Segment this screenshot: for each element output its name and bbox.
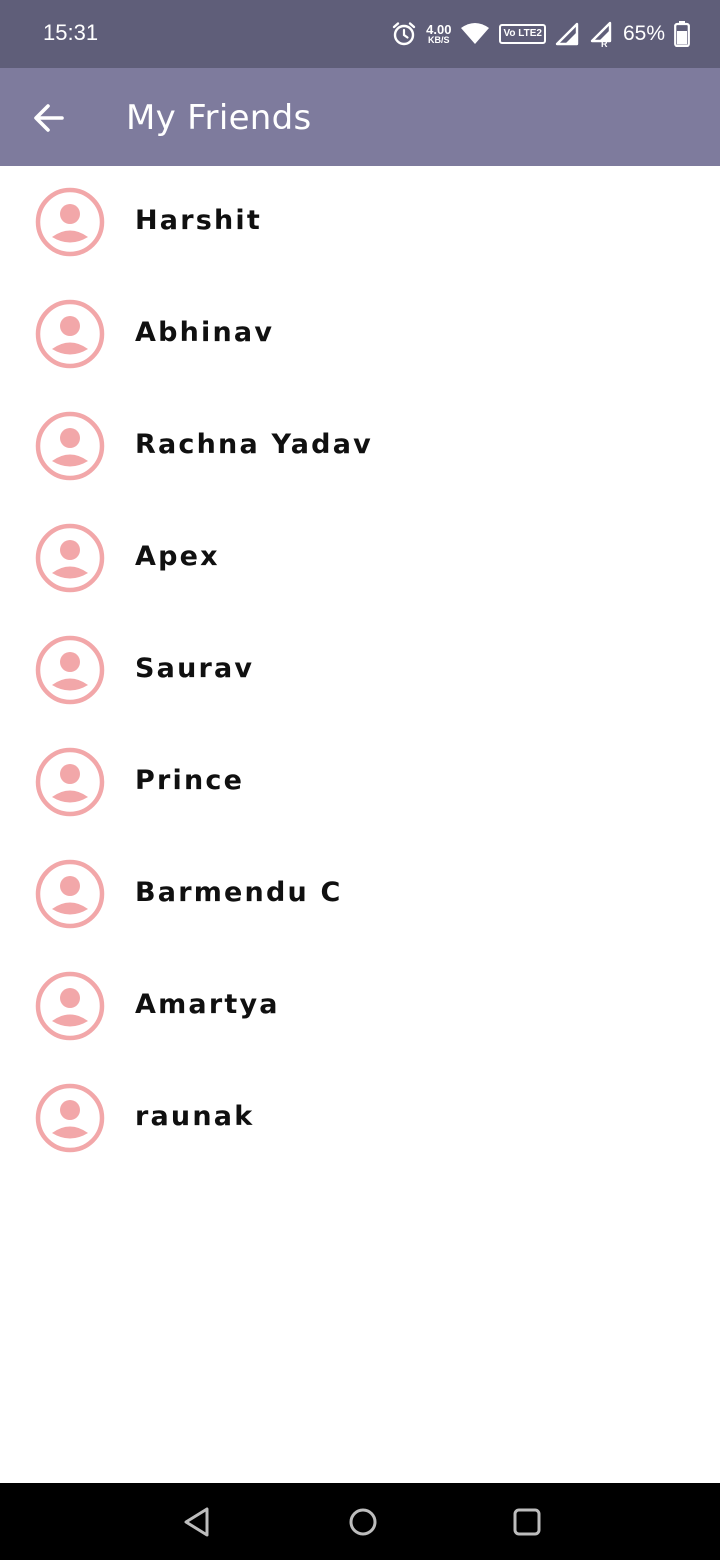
- avatar-icon: [34, 410, 106, 482]
- avatar-icon: [34, 634, 106, 706]
- friend-list-item[interactable]: raunak: [0, 1062, 720, 1174]
- volte-icon: Vo LTE2: [499, 24, 546, 44]
- avatar-icon: [34, 746, 106, 818]
- signal-icon: [555, 22, 579, 46]
- friend-name: Harshit: [135, 205, 262, 236]
- friend-name: Abhinav: [135, 317, 275, 348]
- nav-recent-button[interactable]: [507, 1502, 547, 1542]
- avatar-icon: [34, 522, 106, 594]
- battery-percent: 65%: [622, 22, 665, 45]
- friend-list-item[interactable]: Abhinav: [0, 278, 720, 390]
- nav-recent-icon: [513, 1508, 541, 1536]
- friend-list-item[interactable]: Saurav: [0, 614, 720, 726]
- page-title: My Friends: [126, 98, 312, 138]
- friend-list-item[interactable]: Prince: [0, 726, 720, 838]
- status-icons: 4.00 KB/S Vo LTE2 R 65%: [391, 16, 690, 52]
- friend-list-item[interactable]: Barmendu C: [0, 838, 720, 950]
- friend-list: Harshit Abhinav Rachna Yadav Apex Saurav Prin…: [0, 166, 720, 1174]
- avatar-icon: [34, 858, 106, 930]
- friend-list-item[interactable]: Apex: [0, 502, 720, 614]
- friend-name: Barmendu C: [135, 877, 343, 908]
- arrow-left-icon: [34, 104, 64, 132]
- avatar-icon: [34, 1082, 106, 1154]
- wifi-icon: [460, 22, 491, 46]
- nav-back-icon: [184, 1507, 209, 1537]
- friend-name: Prince: [135, 765, 245, 796]
- nav-back-button[interactable]: [178, 1502, 218, 1542]
- friend-list-item[interactable]: Amartya: [0, 950, 720, 1062]
- avatar-icon: [34, 186, 106, 258]
- avatar-icon: [34, 298, 106, 370]
- svg-text:R: R: [601, 39, 608, 47]
- nav-home-icon: [349, 1508, 377, 1536]
- friend-name: raunak: [135, 1101, 255, 1132]
- status-bar: 15:31 4.00 KB/S Vo LTE2 R 65%: [0, 0, 720, 68]
- battery-icon: [674, 21, 690, 47]
- friend-list-item[interactable]: Rachna Yadav: [0, 390, 720, 502]
- status-time: 15:31: [43, 20, 99, 45]
- friend-list-item[interactable]: Harshit: [0, 166, 720, 278]
- friend-name: Rachna Yadav: [135, 429, 373, 460]
- net-speed-unit: KB/S: [428, 35, 450, 45]
- avatar-icon: [34, 970, 106, 1042]
- signal-roaming-icon: R: [588, 21, 614, 47]
- friend-name: Apex: [135, 541, 220, 572]
- net-speed: 4.00 KB/S: [426, 23, 451, 45]
- navigation-bar: [0, 1483, 720, 1560]
- nav-home-button[interactable]: [343, 1502, 383, 1542]
- app-bar: My Friends: [0, 68, 720, 166]
- back-button[interactable]: [28, 97, 70, 139]
- friend-name: Amartya: [135, 989, 280, 1020]
- friend-name: Saurav: [135, 653, 255, 684]
- alarm-icon: [391, 21, 417, 47]
